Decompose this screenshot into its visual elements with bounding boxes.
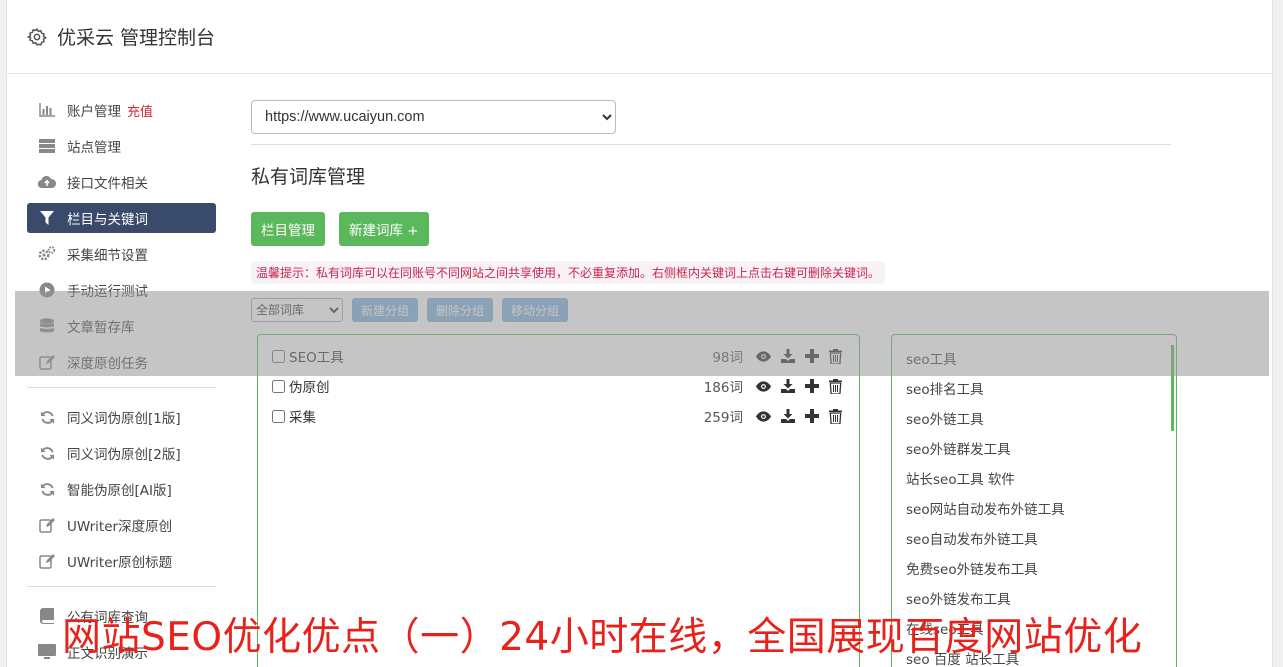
sidebar-item-deep-original[interactable]: 深度原创任务 bbox=[27, 347, 216, 377]
delete-group-button[interactable]: 删除分组 bbox=[427, 298, 494, 322]
library-name[interactable]: 伪原创 bbox=[289, 376, 330, 396]
library-name[interactable]: 采集 bbox=[289, 406, 316, 426]
section-title: 私有词库管理 bbox=[251, 166, 366, 188]
library-checkbox[interactable] bbox=[272, 349, 285, 363]
sidebar-item-article-storage[interactable]: 文章暂存库 bbox=[27, 311, 216, 341]
library-name[interactable]: SEO工具 bbox=[289, 346, 344, 366]
sidebar-item-label: 站点管理 bbox=[67, 140, 121, 156]
sidebar-item-label: 账户管理 bbox=[67, 104, 121, 120]
library-actions bbox=[756, 378, 843, 394]
library-checkbox[interactable] bbox=[272, 409, 285, 423]
keyword-item[interactable]: 站长seo工具 软件 bbox=[906, 467, 1176, 497]
keyword-item[interactable]: seo工具 bbox=[906, 347, 1176, 377]
library-filter-select[interactable]: 全部词库 bbox=[251, 298, 343, 322]
keyword-item[interactable]: seo自动发布外链工具 bbox=[906, 527, 1176, 557]
refresh-icon bbox=[38, 444, 56, 462]
sidebar-item-label: 深度原创任务 bbox=[67, 356, 148, 372]
keyword-item[interactable]: seo外链工具 bbox=[906, 407, 1176, 437]
keyword-item[interactable]: seo排名工具 bbox=[906, 377, 1176, 407]
sidebar-item-label: UWriter深度原创 bbox=[67, 519, 173, 535]
refresh-icon bbox=[38, 408, 56, 426]
sidebar-item-collect-settings[interactable]: 采集细节设置 bbox=[27, 239, 216, 269]
sidebar-item-uwriter-deep[interactable]: UWriter深度原创 bbox=[27, 510, 216, 540]
bar-chart-icon bbox=[38, 101, 56, 119]
sidebar-item-sites[interactable]: 站点管理 bbox=[27, 131, 216, 161]
library-actions bbox=[756, 348, 843, 364]
server-icon bbox=[38, 137, 56, 155]
library-row[interactable]: 伪原创 186词 bbox=[272, 373, 847, 399]
trash-icon[interactable] bbox=[828, 378, 843, 394]
cogs-icon bbox=[38, 245, 56, 263]
sidebar-divider bbox=[27, 387, 216, 388]
download-icon[interactable] bbox=[780, 349, 795, 364]
download-icon[interactable] bbox=[780, 409, 795, 424]
action-buttons: 栏目管理 新建词库 + bbox=[251, 212, 1171, 246]
main-content: https://www.ucaiyun.com 私有词库管理 栏目管理 新建词库… bbox=[251, 100, 1177, 667]
plus-icon[interactable] bbox=[804, 349, 819, 364]
book-icon bbox=[38, 607, 56, 625]
library-checkbox[interactable] bbox=[272, 379, 285, 393]
download-icon[interactable] bbox=[780, 379, 795, 394]
sidebar-item-label: 栏目与关键词 bbox=[67, 212, 148, 228]
filter-icon bbox=[38, 209, 56, 227]
eye-icon[interactable] bbox=[756, 409, 771, 424]
keyword-item[interactable]: seo网站自动发布外链工具 bbox=[906, 497, 1176, 527]
keyword-item[interactable]: seo外链群发工具 bbox=[906, 437, 1176, 467]
console-window: 优采云 管理控制台 账户管理 充值 站点管理 接口文件相关 栏目与关键词 采集细… bbox=[6, 0, 1273, 667]
sidebar-item-label: 文章暂存库 bbox=[67, 320, 135, 336]
library-toolbar: 全部词库 新建分组 删除分组 移动分组 bbox=[251, 298, 1171, 322]
sidebar-item-ai-rewrite[interactable]: 智能伪原创[AI版] bbox=[27, 474, 216, 504]
sidebar-item-label: 同义词伪原创[1版] bbox=[67, 411, 181, 427]
monitor-icon bbox=[38, 643, 56, 661]
play-circle-icon bbox=[38, 281, 56, 299]
column-manage-button[interactable]: 栏目管理 bbox=[251, 212, 325, 246]
caption-banner: 网站SEO优化优点（一）24小时在线，全国展现百度网站优化 bbox=[62, 615, 1143, 660]
sidebar-item-account[interactable]: 账户管理 充值 bbox=[27, 95, 216, 125]
eye-icon[interactable] bbox=[756, 349, 771, 364]
library-actions bbox=[756, 408, 843, 424]
trash-icon[interactable] bbox=[828, 348, 843, 364]
tip-text: 温馨提示：私有词库可以在同账号不同网站之间共享使用，不必重复添加。右侧框内关键词… bbox=[251, 261, 886, 284]
site-select[interactable]: https://www.ucaiyun.com bbox=[251, 100, 616, 134]
edit-icon bbox=[38, 552, 56, 570]
new-library-button[interactable]: 新建词库 + bbox=[339, 212, 429, 246]
database-icon bbox=[38, 317, 56, 335]
new-group-button[interactable]: 新建分组 bbox=[352, 298, 419, 322]
plus-icon[interactable] bbox=[804, 409, 819, 424]
sidebar-item-label: UWriter原创标题 bbox=[67, 555, 173, 571]
sidebar-item-columns-keywords[interactable]: 栏目与关键词 bbox=[27, 203, 216, 233]
sidebar-item-uwriter-title[interactable]: UWriter原创标题 bbox=[27, 546, 216, 576]
library-row[interactable]: 采集 259词 bbox=[272, 403, 847, 429]
sidebar: 账户管理 充值 站点管理 接口文件相关 栏目与关键词 采集细节设置 手动运行测试… bbox=[27, 95, 216, 667]
sidebar-item-label: 采集细节设置 bbox=[67, 248, 148, 264]
sidebar-item-label: 同义词伪原创[2版] bbox=[67, 447, 181, 463]
cloud-upload-icon bbox=[38, 173, 56, 191]
sidebar-item-synonym-v1[interactable]: 同义词伪原创[1版] bbox=[27, 402, 216, 432]
move-group-button[interactable]: 移动分组 bbox=[502, 298, 569, 322]
plus-icon[interactable] bbox=[804, 379, 819, 394]
library-count: 98词 bbox=[712, 350, 743, 366]
page-title: 优采云 管理控制台 bbox=[57, 27, 216, 49]
eye-icon[interactable] bbox=[756, 379, 771, 394]
library-row[interactable]: SEO工具 98词 bbox=[272, 343, 847, 369]
recharge-link[interactable]: 充值 bbox=[127, 101, 153, 120]
header: 优采云 管理控制台 bbox=[7, 0, 1272, 74]
gear-icon bbox=[27, 27, 47, 46]
sidebar-item-label: 智能伪原创[AI版] bbox=[67, 483, 172, 499]
sidebar-item-label: 接口文件相关 bbox=[67, 176, 148, 192]
refresh-icon bbox=[38, 480, 56, 498]
sidebar-item-api-files[interactable]: 接口文件相关 bbox=[27, 167, 216, 197]
edit-icon bbox=[38, 353, 56, 371]
library-count: 186词 bbox=[703, 380, 743, 396]
sidebar-item-manual-run[interactable]: 手动运行测试 bbox=[27, 275, 216, 305]
scrollbar[interactable] bbox=[1171, 345, 1174, 431]
divider bbox=[251, 144, 1171, 145]
edit-icon bbox=[38, 516, 56, 534]
trash-icon[interactable] bbox=[828, 408, 843, 424]
sidebar-item-label: 手动运行测试 bbox=[67, 284, 148, 300]
keyword-item[interactable]: 免费seo外链发布工具 bbox=[906, 557, 1176, 587]
sidebar-item-synonym-v2[interactable]: 同义词伪原创[2版] bbox=[27, 438, 216, 468]
library-count: 259词 bbox=[703, 410, 743, 426]
sidebar-divider bbox=[27, 586, 216, 587]
